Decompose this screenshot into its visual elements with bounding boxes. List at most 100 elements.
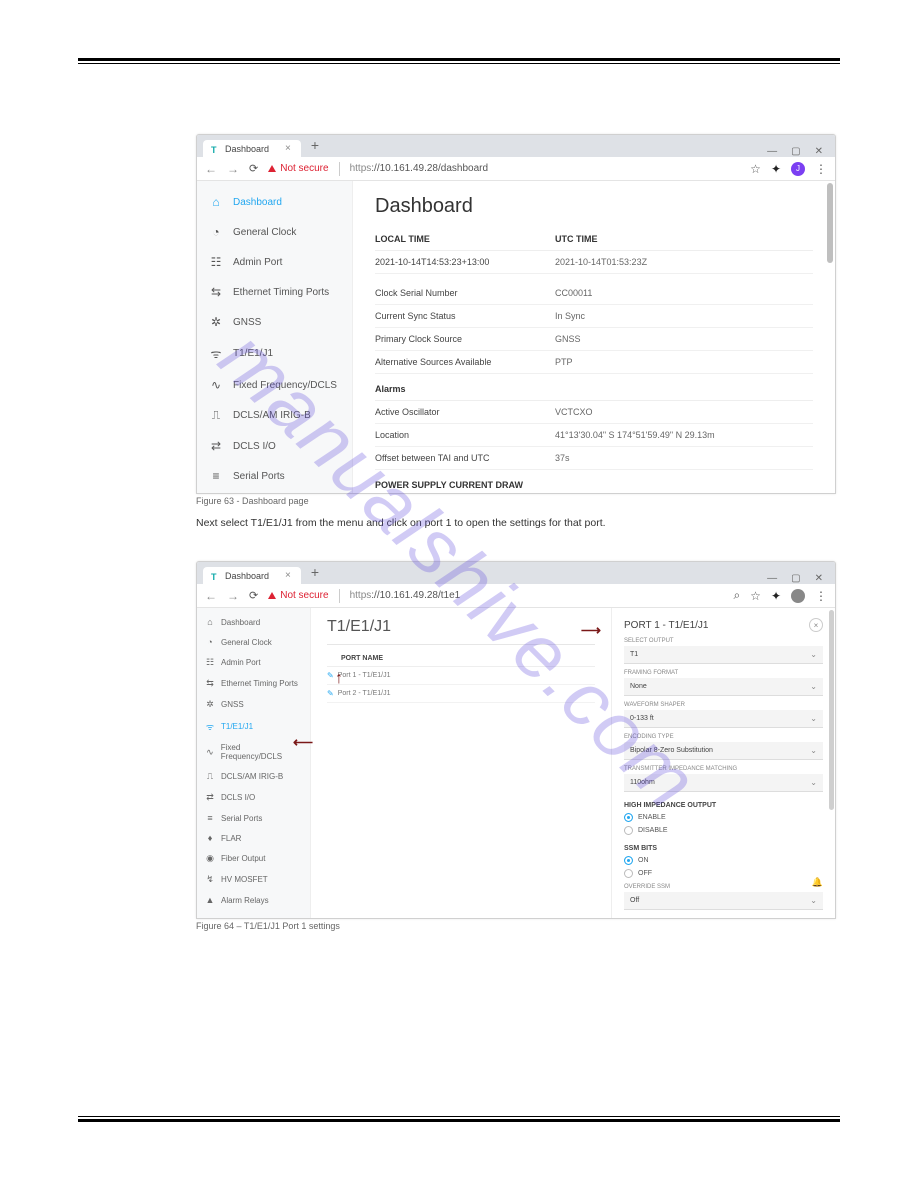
sidebar-item[interactable]: ⌂Dashboard [197, 612, 310, 632]
window-maximize-icon[interactable]: ▢ [791, 573, 800, 584]
override-ssm-select[interactable]: Off⌄ [624, 892, 823, 910]
extensions-icon[interactable]: ✦ [771, 162, 781, 176]
bell-icon[interactable]: 🔔 [812, 877, 823, 888]
browser-tab[interactable]: T Dashboard × [203, 140, 301, 157]
nav-back-icon[interactable]: ← [205, 162, 217, 176]
override-ssm-label: OVERRIDE SSM [624, 884, 823, 890]
port-list-area: T1/E1/J1 PORT NAME ✎Port 1 - T1/E1/J1✎Po… [311, 608, 611, 918]
url-text[interactable]: https://10.161.49.28/dashboard [350, 163, 488, 174]
scrollbar[interactable] [827, 183, 833, 263]
sidebar-item-label: Dashboard [233, 197, 282, 208]
utc-time-value: 2021-10-14T01:53:23Z [555, 257, 647, 267]
url-text[interactable]: https://10.161.49.28/t1e1 [350, 590, 461, 601]
port-name-column-header: PORT NAME [327, 651, 595, 667]
row-key: Active Oscillator [375, 407, 555, 417]
sidebar-item[interactable]: ☷Admin Port [197, 247, 352, 277]
browser-window-2: T Dashboard × + — ▢ ✕ ← → ⟳ Not secure h… [196, 561, 836, 919]
reload-icon[interactable]: ⟳ [249, 162, 258, 175]
sidebar-item-label: General Clock [221, 638, 272, 647]
sidebar-item[interactable]: ◉Fiber Output [197, 848, 310, 869]
sidebar-item[interactable]: ᯤT1/E1/J1 [197, 337, 352, 370]
nav-forward-icon[interactable]: → [227, 162, 239, 176]
sidebar-item[interactable]: ✲GNSS [197, 694, 310, 715]
sidebar-item[interactable]: ⇆Ethernet Timing Ports [197, 277, 352, 307]
field-select[interactable]: 110ohm⌄ [624, 774, 823, 792]
bookmark-star-icon[interactable]: ☆ [750, 589, 761, 603]
new-tab-button[interactable]: + [305, 137, 325, 155]
search-icon[interactable]: ⌕ [733, 588, 740, 603]
sidebar-item[interactable]: ⇄ DCLS I/O [197, 787, 310, 808]
field-label: FRAMING FORMAT [624, 670, 823, 676]
sidebar-item[interactable]: ∿Fixed Frequency/DCLS [197, 370, 352, 400]
utc-time-header: UTC TIME [555, 234, 735, 244]
sidebar-item[interactable]: ◔General Clock [197, 632, 310, 652]
reload-icon[interactable]: ⟳ [249, 589, 258, 602]
new-tab-button[interactable]: + [305, 564, 325, 582]
menu-kebab-icon[interactable]: ⋮ [815, 162, 827, 176]
address-bar: ← → ⟳ Not secure https://10.161.49.28/da… [197, 157, 835, 181]
sidebar-item[interactable]: ☷Admin Port [197, 652, 310, 673]
port-row[interactable]: ✎Port 2 - T1/E1/J1 [327, 685, 595, 703]
url-path: ://10.161.49.28/dashboard [371, 163, 488, 174]
sidebar-item[interactable]: ⇄DCLS I/O [197, 431, 352, 461]
sidebar-item-label: Fixed Frequency/DCLS [233, 380, 337, 391]
sidebar-item[interactable]: ≡Serial Ports [197, 808, 310, 828]
window-close-icon[interactable]: ✕ [815, 573, 823, 584]
bookmark-star-icon[interactable]: ☆ [750, 162, 761, 176]
sidebar-item[interactable]: ⎍DCLS/AM IRIG-B [197, 766, 310, 787]
radio-ssm-off[interactable]: OFF [624, 869, 823, 878]
sidebar-item[interactable]: ≡Serial Ports [197, 461, 352, 491]
radio-ssm-on[interactable]: ON [624, 856, 823, 865]
sidebar-item-label: HV MOSFET [221, 875, 268, 884]
sidebar-item[interactable]: ⌂Dashboard [197, 187, 352, 217]
nav-forward-icon[interactable]: → [227, 589, 239, 603]
info-row: Clock Serial NumberCC00011 [375, 282, 813, 305]
browser-tab[interactable]: T Dashboard × [203, 567, 301, 584]
radio-enable[interactable]: ENABLE [624, 813, 823, 822]
sidebar-icon: ⇄ [205, 792, 215, 803]
sidebar-item[interactable]: ♦FLAR [197, 828, 310, 848]
field-select[interactable]: Bipolar 8-Zero Substitution⌄ [624, 742, 823, 760]
sidebar-icon: ⇆ [209, 285, 223, 299]
field-select[interactable]: T1⌄ [624, 646, 823, 664]
warning-triangle-icon [268, 165, 276, 172]
window-minimize-icon[interactable]: — [767, 573, 777, 584]
window-close-icon[interactable]: ✕ [815, 146, 823, 157]
nav-back-icon[interactable]: ← [205, 589, 217, 603]
select-value: None [630, 683, 647, 690]
profile-avatar[interactable] [791, 589, 805, 603]
url-proto: https [350, 590, 372, 601]
row-value: 41°13'30.04" S 174°51'59.49" N 29.13m [555, 430, 715, 440]
extensions-icon[interactable]: ✦ [771, 589, 781, 603]
sidebar-item[interactable]: ↯HV MOSFET [197, 869, 310, 890]
close-tab-icon[interactable]: × [285, 143, 291, 154]
field-select[interactable]: 0-133 ft⌄ [624, 710, 823, 728]
info-row: Location41°13'30.04" S 174°51'59.49" N 2… [375, 424, 813, 447]
profile-avatar[interactable]: J [791, 162, 805, 176]
window-maximize-icon[interactable]: ▢ [791, 146, 800, 157]
sidebar-item[interactable]: ⎍DCLS/AM IRIG-B [197, 400, 352, 431]
scrollbar[interactable] [829, 610, 834, 810]
alarms-header: Alarms [375, 374, 813, 401]
sidebar-item[interactable]: ⇆Ethernet Timing Ports [197, 673, 310, 694]
radio-disable[interactable]: DISABLE [624, 826, 823, 835]
field-select[interactable]: None⌄ [624, 678, 823, 696]
sidebar-item[interactable]: ✲GNSS [197, 307, 352, 337]
close-tab-icon[interactable]: × [285, 570, 291, 581]
port-row[interactable]: ✎Port 1 - T1/E1/J1 [327, 667, 595, 685]
sidebar-item[interactable]: ▲Alarm Relays [197, 890, 310, 910]
row-value: PTP [555, 357, 573, 367]
power-supply-header: POWER SUPPLY CURRENT DRAW [375, 470, 813, 493]
port-label: Port 2 - T1/E1/J1 [338, 690, 391, 697]
sidebar-item[interactable]: ◔General Clock [197, 217, 352, 247]
not-secure-badge[interactable]: Not secure [268, 590, 328, 601]
field-label: WAVEFORM SHAPER [624, 702, 823, 708]
row-key: Current Sync Status [375, 311, 555, 321]
window-minimize-icon[interactable]: — [767, 146, 777, 157]
menu-kebab-icon[interactable]: ⋮ [815, 589, 827, 603]
info-row: Offset between TAI and UTC37s [375, 447, 813, 470]
radio-label: DISABLE [638, 827, 668, 834]
sidebar-item-label: DCLS I/O [221, 793, 255, 802]
not-secure-badge[interactable]: Not secure [268, 163, 328, 174]
close-panel-icon[interactable]: × [809, 618, 823, 632]
